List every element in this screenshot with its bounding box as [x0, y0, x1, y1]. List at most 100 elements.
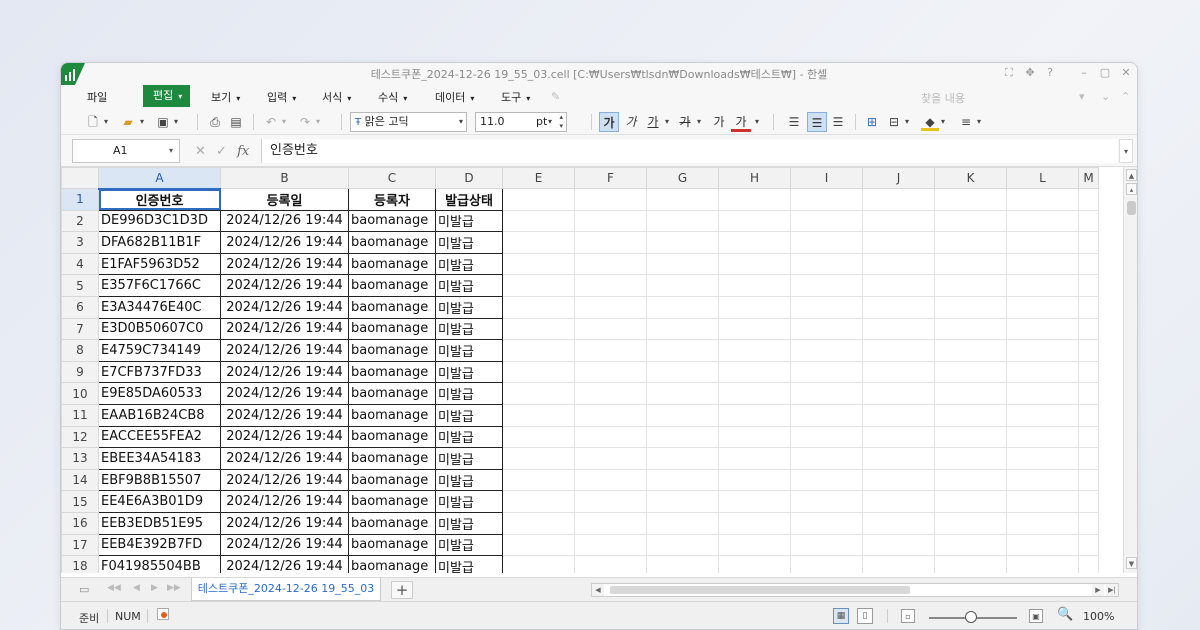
first-sheet-icon[interactable]: ◀◀ [107, 583, 121, 593]
menu-formula[interactable]: 수식 ▾ [378, 89, 407, 105]
cell-a[interactable]: F041985504BB [98, 555, 221, 573]
cell[interactable] [718, 511, 791, 535]
chevron-down-icon[interactable]: ⌄ [1101, 90, 1110, 103]
next-sheet-icon[interactable]: ▶ [151, 583, 158, 593]
cell[interactable] [862, 360, 935, 384]
cell[interactable] [646, 490, 719, 513]
cell-a[interactable]: EBEE34A54183 [98, 447, 221, 470]
menu-tools[interactable]: 도구 ▾ [501, 89, 530, 105]
cell-c1[interactable]: 등록자 [348, 188, 436, 211]
menu-format[interactable]: 서식 ▾ [322, 89, 351, 105]
cell[interactable] [1078, 188, 1099, 211]
cell[interactable] [862, 490, 935, 513]
cell[interactable] [862, 339, 935, 362]
cell[interactable] [1078, 447, 1099, 470]
cell[interactable] [862, 252, 935, 276]
chevron-down-icon[interactable]: ▾ [753, 113, 761, 131]
cell[interactable] [1006, 403, 1079, 427]
cell[interactable] [718, 209, 791, 233]
align-right-icon[interactable]: ☰ [829, 113, 847, 131]
expand-formula-icon[interactable]: ▾ [1119, 139, 1133, 163]
chevron-down-icon[interactable]: ▾ [663, 113, 671, 131]
cell[interactable] [934, 339, 1007, 362]
row-header[interactable]: 17 [61, 533, 99, 557]
cell[interactable] [1006, 209, 1079, 233]
cell[interactable] [646, 468, 719, 492]
align-center-icon[interactable]: ☰ [807, 112, 827, 132]
cell[interactable] [574, 382, 647, 405]
chevron-down-icon[interactable]: ▾ [101, 113, 111, 131]
cell[interactable] [862, 295, 935, 319]
cell[interactable] [862, 403, 935, 427]
cell[interactable] [718, 188, 791, 211]
cell[interactable] [574, 533, 647, 557]
cell[interactable] [790, 425, 863, 449]
move-icon[interactable]: ✥ [1023, 66, 1037, 79]
cell[interactable] [574, 209, 647, 233]
cell-b[interactable]: 2024/12/26 19:44 [220, 231, 349, 254]
cell[interactable] [502, 490, 575, 513]
cell[interactable] [1078, 339, 1099, 362]
row-header[interactable]: 10 [61, 382, 99, 405]
cell-b1[interactable]: 등록일 [220, 188, 349, 211]
strikethrough-button[interactable]: 가 [675, 112, 695, 132]
cell[interactable] [502, 295, 575, 319]
cell-d[interactable]: 미발급 [435, 209, 503, 233]
cell-c[interactable]: baomanage [348, 403, 436, 427]
cell[interactable] [1006, 360, 1079, 384]
row-header[interactable]: 16 [61, 511, 99, 535]
row-header[interactable]: 5 [61, 274, 99, 297]
scroll-up-page-icon[interactable]: ▴ [1126, 183, 1137, 195]
cell[interactable] [1006, 425, 1079, 449]
column-header-i[interactable]: I [790, 167, 863, 189]
cell[interactable] [862, 533, 935, 557]
cell[interactable] [1078, 511, 1099, 535]
bold-button[interactable]: 가 [599, 112, 619, 132]
cell[interactable] [574, 490, 647, 513]
cell-b[interactable]: 2024/12/26 19:44 [220, 274, 349, 297]
cell-c[interactable]: baomanage [348, 274, 436, 297]
cell[interactable] [502, 425, 575, 449]
cell[interactable] [934, 209, 1007, 233]
column-header-e[interactable]: E [502, 167, 575, 189]
cell-b[interactable]: 2024/12/26 19:44 [220, 317, 349, 341]
column-header-c[interactable]: C [348, 167, 436, 189]
cell[interactable] [646, 188, 719, 211]
chevron-down-icon[interactable]: ▾ [939, 113, 947, 131]
cell[interactable] [1078, 382, 1099, 405]
cell-d[interactable]: 미발급 [435, 339, 503, 362]
cell-b[interactable]: 2024/12/26 19:44 [220, 295, 349, 319]
row-header[interactable]: 1 [61, 188, 99, 211]
undo-icon[interactable]: ↶ [263, 113, 279, 131]
cell[interactable] [574, 339, 647, 362]
cell[interactable] [718, 231, 791, 254]
maximize-button[interactable]: ▢ [1098, 66, 1112, 79]
fill-color-icon[interactable]: ◆ [921, 113, 939, 131]
column-header-d[interactable]: D [435, 167, 503, 189]
cell[interactable] [862, 555, 935, 573]
chevron-down-icon[interactable]: ▾ [975, 113, 983, 131]
cell-b[interactable]: 2024/12/26 19:44 [220, 403, 349, 427]
cell-d[interactable]: 미발급 [435, 252, 503, 276]
menu-edit[interactable]: 편집 ▾ [143, 85, 191, 107]
cell[interactable] [790, 231, 863, 254]
zoom-out-icon[interactable]: ▫ [901, 609, 915, 623]
cell[interactable] [646, 295, 719, 319]
cell-d[interactable]: 미발급 [435, 447, 503, 470]
row-header[interactable]: 4 [61, 252, 99, 276]
cell[interactable] [646, 317, 719, 341]
cell-d[interactable]: 미발급 [435, 274, 503, 297]
last-sheet-icon[interactable]: ▶▶ [167, 583, 181, 593]
find-label[interactable]: 찾을 내용 [921, 90, 965, 106]
cell[interactable] [862, 468, 935, 492]
cell[interactable] [718, 468, 791, 492]
cell[interactable] [1078, 425, 1099, 449]
function-icon[interactable]: fx [237, 144, 249, 159]
new-document-icon[interactable]: 🗋 [85, 113, 101, 131]
cell[interactable] [574, 425, 647, 449]
cell[interactable] [790, 533, 863, 557]
normal-view-icon[interactable]: ▦ [833, 608, 849, 624]
cell[interactable] [718, 403, 791, 427]
cell[interactable] [502, 555, 575, 573]
cell[interactable] [718, 317, 791, 341]
